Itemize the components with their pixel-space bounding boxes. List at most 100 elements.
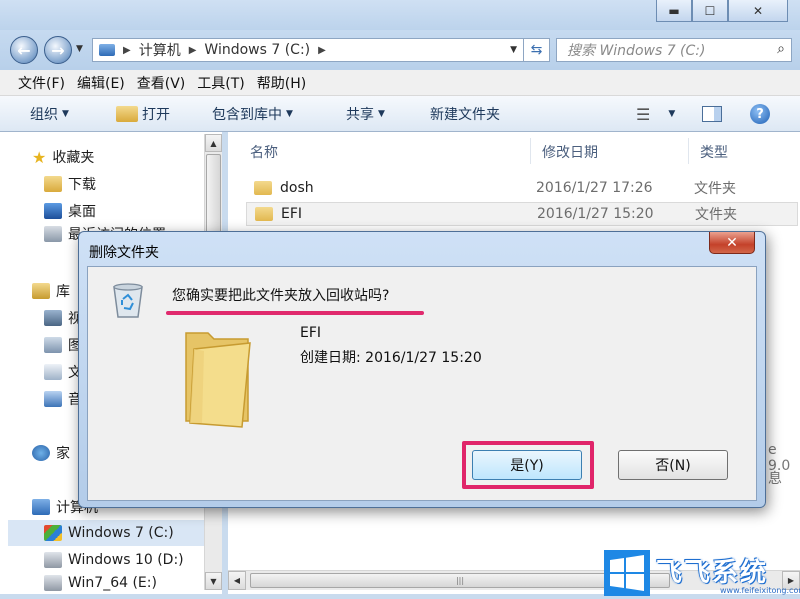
column-divider[interactable] [688,138,689,164]
open-button[interactable]: 打开 [116,96,170,132]
item-created-date: 创建日期: 2016/1/27 15:20 [300,350,482,366]
view-options-button[interactable]: ☰ ▼ [636,96,675,132]
computer-icon [32,499,50,515]
drive-icon [44,575,62,591]
windows-logo-icon [604,550,650,596]
music-library-icon [44,391,62,407]
menu-file[interactable]: 文件(F) [18,73,65,93]
scroll-up-icon[interactable]: ▲ [205,134,222,152]
nav-drive-d-label: Windows 10 (D:) [68,552,184,568]
maximize-button[interactable]: ☐ [692,0,728,22]
watermark-url: www.feifeixitong.com [720,586,800,595]
breadcrumb-computer[interactable]: 计算机 [139,40,181,60]
include-in-library-button[interactable]: 包含到库中 ▼ [212,96,293,132]
nav-drive-c-label: Windows 7 (C:) [68,525,174,541]
breadcrumb-separator-icon[interactable]: ▶ [189,45,197,56]
annotation-underline [166,311,424,315]
back-button[interactable]: ← [10,36,38,64]
column-header-modified[interactable]: 修改日期 [542,142,598,162]
help-button[interactable]: ? [750,96,770,132]
menu-view[interactable]: 查看(V) [137,73,186,93]
command-bar: 组织 ▼ 打开 包含到库中 ▼ 共享 ▼ 新建文件夹 ☰ ▼ ? [0,96,800,132]
scroll-left-icon[interactable]: ◀ [228,571,246,590]
recent-pages-chevron-icon[interactable]: ▼ [76,44,83,54]
nav-lib-documents[interactable]: 文 [0,359,82,385]
computer-icon [99,44,115,56]
dialog-title: 删除文件夹 [89,245,159,261]
breadcrumb-drive-c[interactable]: Windows 7 (C:) [204,42,310,58]
file-type: 文件夹 [695,207,737,223]
file-name: dosh [280,180,314,196]
video-library-icon [44,310,62,326]
minimize-button[interactable]: ▬ [656,0,692,22]
nav-drive-c[interactable]: Windows 7 (C:) [8,520,204,546]
search-input[interactable]: 搜索 Windows 7 (C:) ⌕ [556,38,792,62]
nav-homegroup-label: 家 [56,446,70,462]
recent-places-icon [44,226,62,242]
share-button[interactable]: 共享 ▼ [346,96,385,132]
window-close-button[interactable]: ✕ [728,0,788,22]
view-list-icon: ☰ [636,104,651,124]
nav-libraries[interactable]: 库 [0,278,70,304]
yes-button[interactable]: 是(Y) [472,450,582,480]
desktop-icon [44,203,62,219]
address-bar[interactable]: ▶ 计算机 ▶ Windows 7 (C:) ▶ ▼ [92,38,524,62]
menu-help[interactable]: 帮助(H) [257,73,306,93]
menu-bar: 文件(F) 编辑(E) 查看(V) 工具(T) 帮助(H) [0,70,800,96]
no-button[interactable]: 否(N) [618,450,728,480]
include-label: 包含到库中 [212,107,282,123]
address-dropdown-icon[interactable]: ▼ [510,45,517,55]
menu-edit[interactable]: 编辑(E) [77,73,125,93]
column-header-type[interactable]: 类型 [700,142,728,162]
breadcrumb-separator-icon[interactable]: ▶ [318,45,326,56]
preview-pane-button[interactable] [702,96,722,132]
menu-tools[interactable]: 工具(T) [197,73,244,93]
recycle-bin-icon [113,283,143,318]
dialog-close-button[interactable]: ✕ [709,232,755,254]
nav-lib-pictures[interactable]: 图 [0,332,82,358]
nav-downloads-label: 下载 [68,177,96,193]
downloads-icon [44,176,62,192]
nav-downloads[interactable]: 下载 [0,171,96,197]
column-header-name[interactable]: 名称 [250,142,278,162]
file-row-dosh[interactable]: dosh 2016/1/27 17:26 文件夹 [246,176,798,200]
nav-drive-d[interactable]: Windows 10 (D:) [0,547,184,573]
watermark: 飞飞系统 www.feifeixitong.com [604,548,800,599]
refresh-icon[interactable]: ⇆ [524,38,550,62]
nav-favorites[interactable]: ★ 收藏夹 [0,144,94,170]
chevron-down-icon: ▼ [62,109,69,119]
folder-icon [255,207,273,221]
nav-homegroup[interactable]: 家 [0,440,70,466]
organize-button[interactable]: 组织 ▼ [30,96,69,132]
scroll-down-icon[interactable]: ▼ [205,572,222,590]
confirm-question: 您确实要把此文件夹放入回收站吗? [172,288,390,304]
breadcrumb-separator-icon[interactable]: ▶ [123,45,131,56]
file-modified: 2016/1/27 15:20 [537,206,654,222]
nav-lib-video[interactable]: 视 [0,305,82,331]
share-label: 共享 [346,107,374,123]
open-label: 打开 [142,107,170,123]
chevron-down-icon: ▼ [286,109,293,119]
search-icon[interactable]: ⌕ [777,41,785,57]
chevron-down-icon: ▼ [668,109,676,119]
new-folder-label: 新建文件夹 [430,107,500,123]
star-icon: ★ [32,147,47,167]
homegroup-icon [32,445,50,461]
forward-button[interactable]: → [44,36,72,64]
folder-icon [254,181,272,195]
library-icon [32,283,50,299]
pictures-library-icon [44,337,62,353]
organize-label: 组织 [30,107,58,123]
nav-desktop[interactable]: 桌面 [0,198,96,224]
column-divider[interactable] [530,138,531,164]
file-row-efi[interactable]: EFI 2016/1/27 15:20 文件夹 [246,202,798,226]
nav-lib-music[interactable]: 音 [0,386,82,412]
documents-library-icon [44,364,62,380]
open-folder-icon [116,106,138,122]
search-placeholder: 搜索 Windows 7 (C:) [567,43,706,59]
windows-drive-icon [44,525,62,541]
item-name: EFI [300,325,322,341]
nav-libraries-label: 库 [56,284,70,300]
new-folder-button[interactable]: 新建文件夹 [430,96,500,132]
nav-drive-e[interactable]: Win7_64 (E:) [0,574,157,592]
